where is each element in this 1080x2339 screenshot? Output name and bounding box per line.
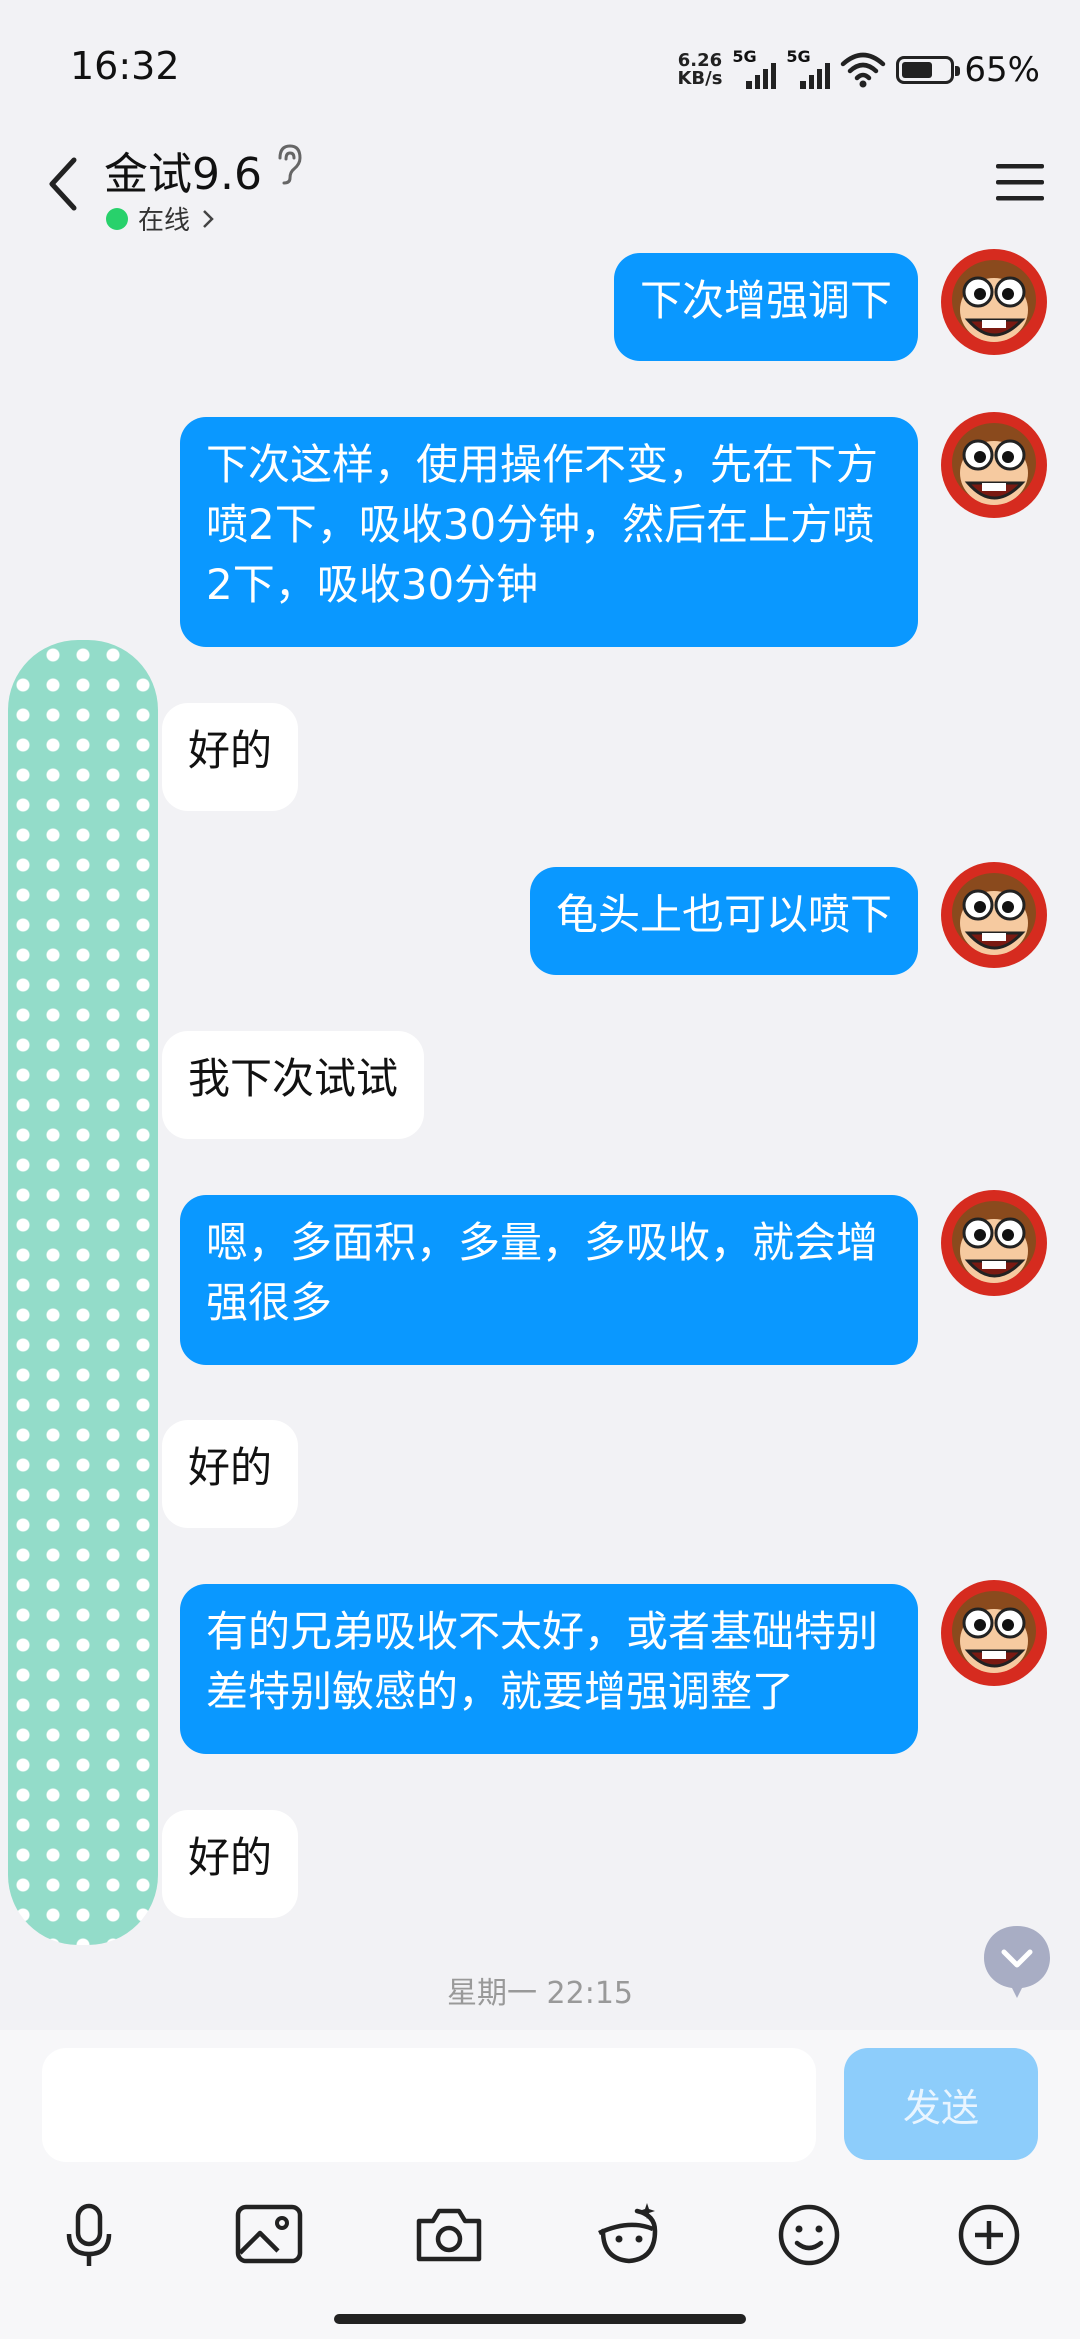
signal-icon-2: 5G (786, 47, 831, 89)
composer-bar: 发送 (0, 2030, 1080, 2339)
clock: 16:32 (70, 44, 180, 88)
home-indicator[interactable] (334, 2314, 746, 2324)
ear-icon[interactable] (272, 142, 306, 186)
avatar[interactable] (940, 1189, 1048, 1297)
privacy-mask (8, 640, 158, 1945)
online-dot (106, 207, 128, 230)
image-icon[interactable] (224, 2190, 314, 2280)
message-bubble-sent[interactable]: 有的兄弟吸收不太好，或者基础特别差特别敏感的，就要增强调整了 (180, 1584, 918, 1754)
chevron-right-icon (203, 209, 214, 228)
back-arrow-icon[interactable] (36, 148, 96, 218)
message-bubble-received[interactable]: 好的 (162, 1420, 299, 1528)
message-bubble-sent[interactable]: 龟头上也可以喷下 (529, 867, 918, 975)
scroll-down-icon[interactable] (980, 1922, 1054, 2000)
wifi-icon (841, 52, 886, 88)
message-bubble-received[interactable]: 我下次试试 (162, 1031, 425, 1139)
avatar[interactable] (940, 411, 1048, 519)
camera-icon[interactable] (404, 2190, 494, 2280)
avatar[interactable] (940, 1579, 1048, 1687)
status-bar: 16:32 6.26 KB/s 5G 5G 65% (0, 0, 1080, 130)
network-speed: 6.26 KB/s (677, 50, 723, 89)
microphone-icon[interactable] (44, 2190, 134, 2280)
emoji-icon[interactable] (764, 2190, 854, 2280)
contact-name[interactable]: 金试9.6 (104, 138, 262, 202)
battery-percent: 65% (964, 50, 1040, 90)
message-input[interactable] (42, 2048, 816, 2162)
menu-icon[interactable] (990, 152, 1050, 212)
battery-icon (896, 56, 961, 84)
battery-level (902, 62, 933, 78)
message-bubble-received[interactable]: 好的 (162, 1810, 299, 1918)
chat-header: 金试9.6 在线 (0, 130, 1080, 240)
send-button[interactable]: 发送 (844, 2048, 1038, 2160)
status-icons: 6.26 KB/s 5G 5G 65% (677, 47, 1040, 92)
message-bubble-sent[interactable]: 下次这样，使用操作不变，先在下方喷2下，吸收30分钟，然后在上方喷2下，吸收30… (180, 417, 918, 647)
plus-icon[interactable] (944, 2190, 1034, 2280)
signal-icon: 5G (732, 47, 777, 89)
magic-face-icon[interactable] (584, 2190, 674, 2280)
avatar[interactable] (940, 861, 1048, 969)
online-status[interactable]: 在线 (106, 200, 216, 237)
message-bubble-received[interactable]: 好的 (162, 703, 299, 811)
composer-toolbar (0, 2190, 1080, 2290)
message-bubble-sent[interactable]: 嗯，多面积，多量，多吸收，就会增强很多 (180, 1195, 918, 1365)
avatar[interactable] (940, 248, 1048, 356)
message-bubble-sent[interactable]: 下次增强调下 (613, 253, 918, 361)
message-timestamp: 星期一 22:15 (447, 1976, 633, 2011)
